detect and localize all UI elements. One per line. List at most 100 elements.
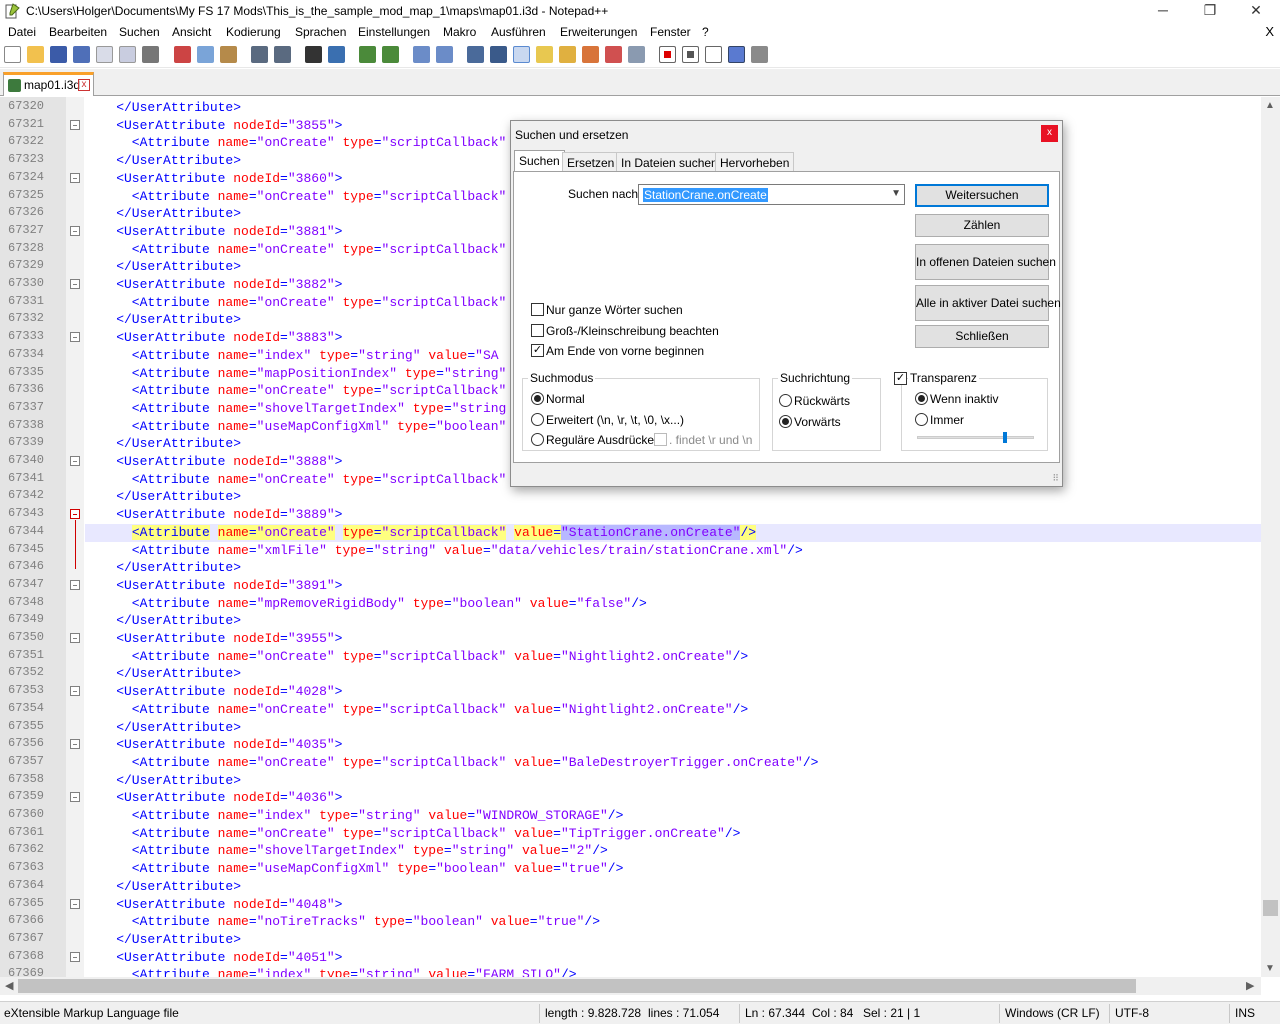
wrap-around-checkbox[interactable]: ✓	[531, 344, 544, 357]
code-line[interactable]: <UserAttribute nodeId="4028">	[85, 683, 1261, 701]
code-line[interactable]: </UserAttribute>	[85, 719, 1261, 737]
code-line[interactable]: </UserAttribute>	[85, 931, 1261, 949]
code-line[interactable]: <Attribute name="index" type="string" va…	[85, 966, 1261, 977]
close-button[interactable]: Schließen	[915, 325, 1049, 348]
fold-toggle-icon[interactable]	[70, 579, 80, 590]
monitor-icon[interactable]	[628, 46, 645, 63]
code-line[interactable]: <Attribute name="onCreate" type="scriptC…	[85, 754, 1261, 772]
menu-makro[interactable]: Makro	[443, 25, 476, 39]
tab-in-dateien-suchen[interactable]: In Dateien suchen	[616, 152, 723, 172]
tab-ersetzen[interactable]: Ersetzen	[562, 152, 620, 172]
match-case-checkbox[interactable]	[531, 324, 544, 337]
code-line[interactable]: <UserAttribute nodeId="4035">	[85, 736, 1261, 754]
play-macro-icon[interactable]	[705, 46, 722, 63]
tab-map01[interactable]: map01.i3d x	[3, 72, 94, 96]
chevron-down-icon[interactable]: ▼	[891, 188, 901, 199]
code-line[interactable]: <Attribute name="onCreate" type="scriptC…	[85, 825, 1261, 843]
code-line[interactable]: <UserAttribute nodeId="3955">	[85, 630, 1261, 648]
word-wrap-icon[interactable]	[467, 46, 484, 63]
menu-sprachen[interactable]: Sprachen	[295, 25, 346, 39]
undo-icon[interactable]	[251, 46, 268, 63]
doc-map-icon[interactable]	[605, 46, 622, 63]
code-line[interactable]: <UserAttribute nodeId="3891">	[85, 577, 1261, 595]
current-code-line[interactable]: <Attribute name="onCreate" type="scriptC…	[85, 523, 1261, 542]
code-line[interactable]: <UserAttribute nodeId="4048">	[85, 896, 1261, 914]
code-line[interactable]: </UserAttribute>	[85, 488, 1261, 506]
print-icon[interactable]	[142, 46, 159, 63]
indent-guide-icon[interactable]	[513, 46, 530, 63]
fold-toggle-icon[interactable]	[70, 686, 80, 697]
zoom-out-icon[interactable]	[382, 46, 399, 63]
code-line[interactable]: </UserAttribute>	[85, 612, 1261, 630]
sync-horizontal-icon[interactable]	[436, 46, 453, 63]
fold-toggle-icon[interactable]	[70, 332, 80, 343]
code-line[interactable]: <Attribute name="onCreate" type="scriptC…	[85, 648, 1261, 666]
fold-toggle-icon[interactable]	[70, 739, 80, 750]
open-file-icon[interactable]	[27, 46, 44, 63]
fold-toggle-icon[interactable]	[70, 119, 80, 130]
minimize-icon[interactable]: ─	[1140, 0, 1186, 22]
replace-icon[interactable]	[328, 46, 345, 63]
count-button[interactable]: Zählen	[915, 214, 1049, 237]
menu-bearbeiten[interactable]: Bearbeiten	[49, 25, 107, 39]
close-all-icon[interactable]	[119, 46, 136, 63]
close-icon[interactable]	[96, 46, 113, 63]
close-window-icon[interactable]: ✕	[1233, 0, 1279, 22]
menu-kodierung[interactable]: Kodierung	[226, 25, 281, 39]
fold-toggle-icon[interactable]	[70, 279, 80, 289]
language-icon[interactable]	[536, 46, 553, 63]
scroll-left-icon[interactable]: ◀	[5, 979, 13, 992]
cut-icon[interactable]	[174, 46, 191, 63]
restore-icon[interactable]: ❐	[1187, 0, 1233, 22]
code-line[interactable]: <Attribute name="mpRemoveRigidBody" type…	[85, 595, 1261, 613]
code-line[interactable]: <Attribute name="useMapConfigXml" type="…	[85, 860, 1261, 878]
mode-regex-radio[interactable]	[531, 433, 544, 446]
save-macro-icon[interactable]	[751, 46, 768, 63]
new-file-icon[interactable]	[4, 46, 21, 63]
transparency-slider-thumb[interactable]	[1003, 432, 1007, 443]
code-line[interactable]: <Attribute name="noTireTracks" type="boo…	[85, 913, 1261, 931]
whole-word-checkbox[interactable]	[531, 303, 544, 316]
menu-datei[interactable]: Datei	[8, 25, 36, 39]
transparency-on-lose-focus-radio[interactable]	[915, 392, 928, 405]
save-icon[interactable]	[50, 46, 67, 63]
find-next-button[interactable]: Weitersuchen	[915, 184, 1049, 207]
run-macro-multiple-icon[interactable]	[728, 46, 745, 63]
code-line[interactable]: </UserAttribute>	[85, 878, 1261, 896]
scroll-down-icon[interactable]: ▼	[1265, 963, 1275, 974]
save-all-icon[interactable]	[73, 46, 90, 63]
fold-toggle-icon[interactable]	[70, 509, 80, 520]
copy-icon[interactable]	[197, 46, 214, 63]
code-line[interactable]: <Attribute name="shovelTargetIndex" type…	[85, 842, 1261, 860]
vertical-scroll-thumb[interactable]	[1263, 900, 1278, 916]
direction-up-radio[interactable]	[779, 394, 792, 407]
menu-ausfuehren[interactable]: Ausführen	[491, 25, 546, 39]
transparency-checkbox[interactable]: ✓	[894, 372, 907, 385]
code-line[interactable]: <Attribute name="onCreate" type="scriptC…	[85, 701, 1261, 719]
code-line[interactable]: </UserAttribute>	[85, 665, 1261, 683]
find-icon[interactable]	[305, 46, 322, 63]
tab-hervorheben[interactable]: Hervorheben	[715, 152, 795, 172]
sync-vertical-icon[interactable]	[413, 46, 430, 63]
fold-toggle-icon[interactable]	[70, 792, 80, 803]
menu-suchen[interactable]: Suchen	[119, 25, 160, 39]
transparency-slider-track[interactable]	[917, 436, 1034, 439]
menu-ansicht[interactable]: Ansicht	[172, 25, 211, 39]
code-line[interactable]: <UserAttribute nodeId="4036">	[85, 789, 1261, 807]
zoom-in-icon[interactable]	[359, 46, 376, 63]
folder-workspace-icon[interactable]	[582, 46, 599, 63]
fold-toggle-icon[interactable]	[70, 172, 80, 183]
show-all-chars-icon[interactable]	[490, 46, 507, 63]
fold-toggle-icon[interactable]	[70, 898, 80, 909]
scroll-right-icon[interactable]: ▶	[1246, 979, 1254, 992]
tab-close-icon[interactable]: x	[78, 79, 90, 91]
find-input[interactable]: StationCrane.onCreate ▼	[638, 184, 905, 205]
code-line[interactable]: <UserAttribute nodeId="3889">	[85, 506, 1261, 524]
dot-newline-checkbox[interactable]	[654, 433, 667, 446]
menu-erweiterungen[interactable]: Erweiterungen	[560, 25, 637, 39]
horizontal-scrollbar[interactable]: ◀ ▶	[0, 977, 1261, 995]
direction-down-radio[interactable]	[779, 415, 792, 428]
fold-toggle-icon[interactable]	[70, 951, 80, 962]
mode-normal-radio[interactable]	[531, 392, 544, 405]
function-list-icon[interactable]	[559, 46, 576, 63]
